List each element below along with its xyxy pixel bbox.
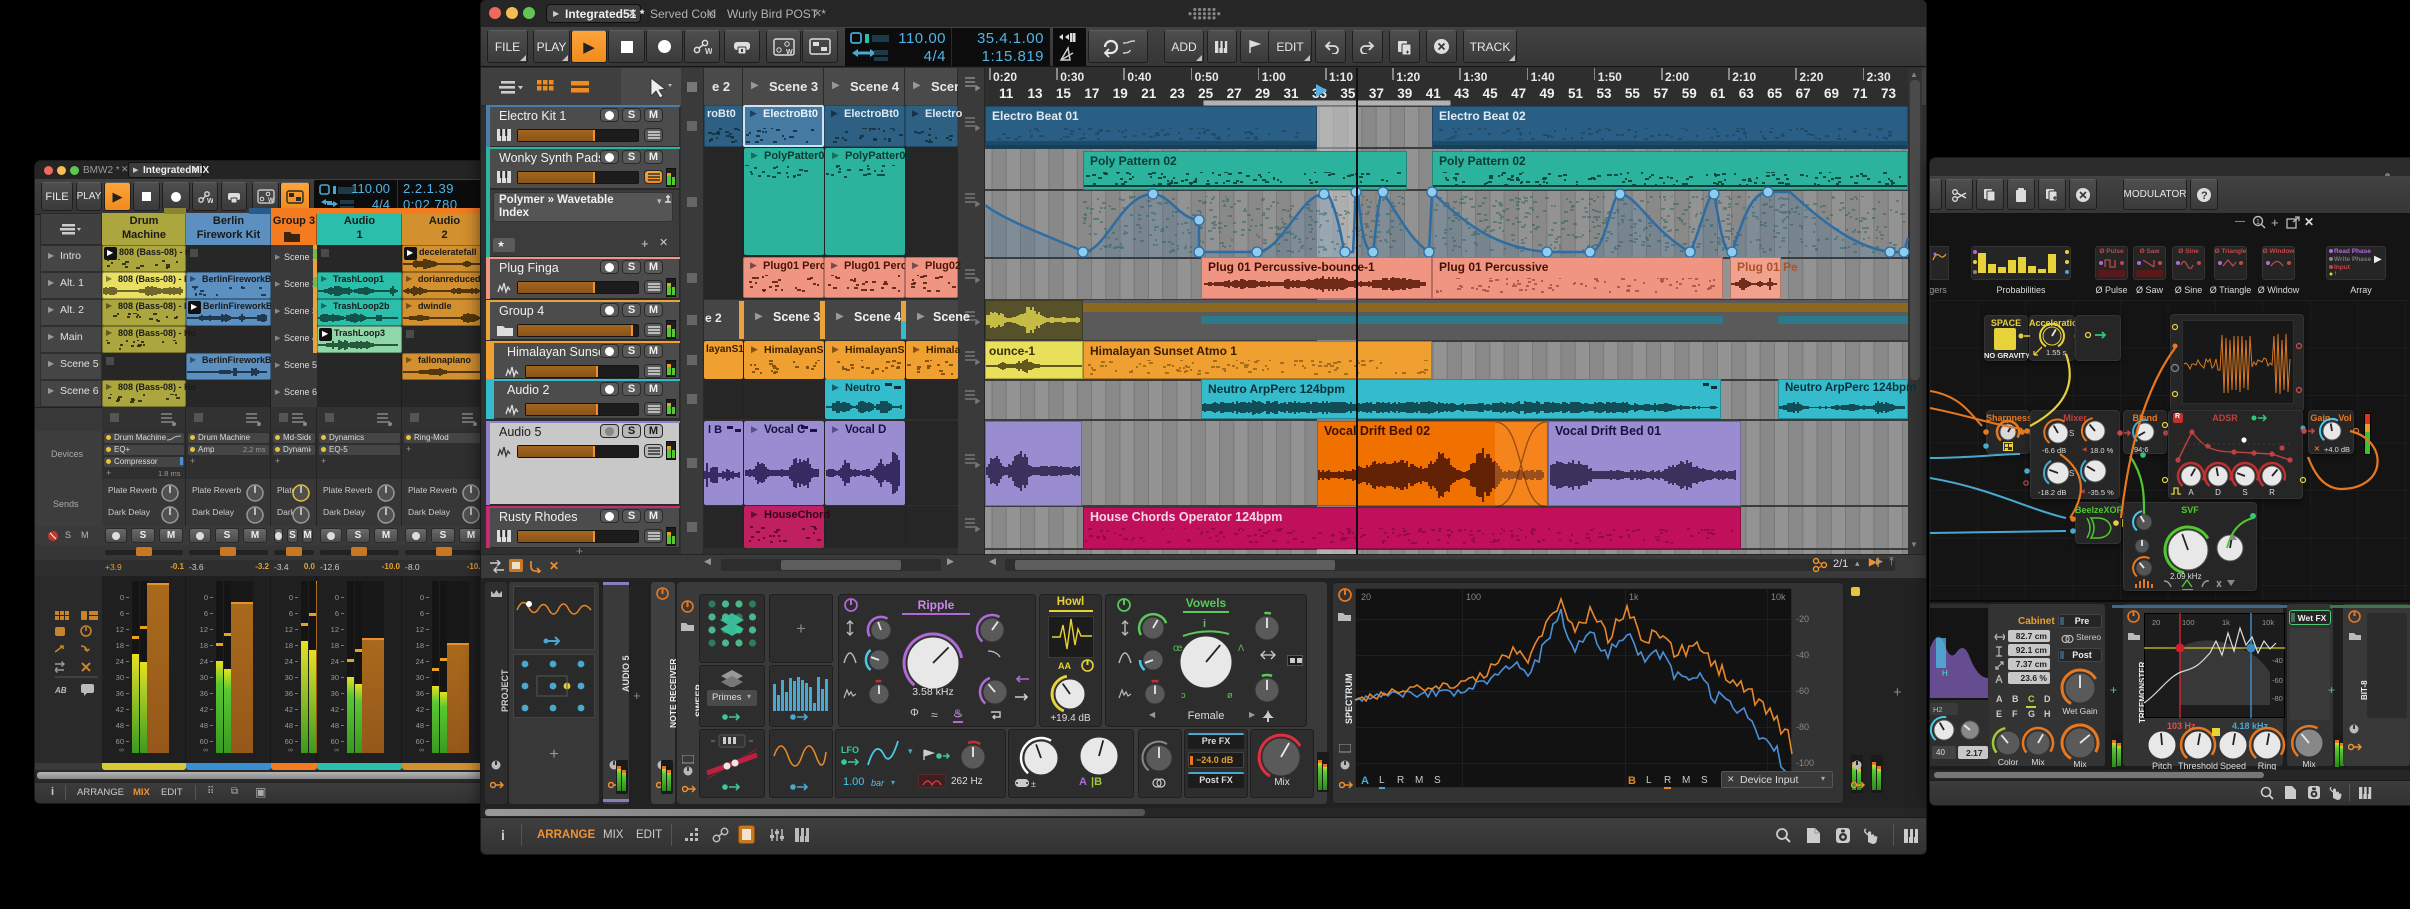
svg-text:H: H: [1942, 669, 1948, 678]
svg-text:AB: AB: [55, 686, 67, 695]
svg-text:W: W: [207, 198, 213, 204]
svg-text:-60: -60: [2272, 676, 2283, 685]
svg-text:W: W: [268, 198, 274, 204]
svg-text:-80: -80: [2272, 694, 2283, 703]
svg-text:-40: -40: [2272, 656, 2283, 665]
